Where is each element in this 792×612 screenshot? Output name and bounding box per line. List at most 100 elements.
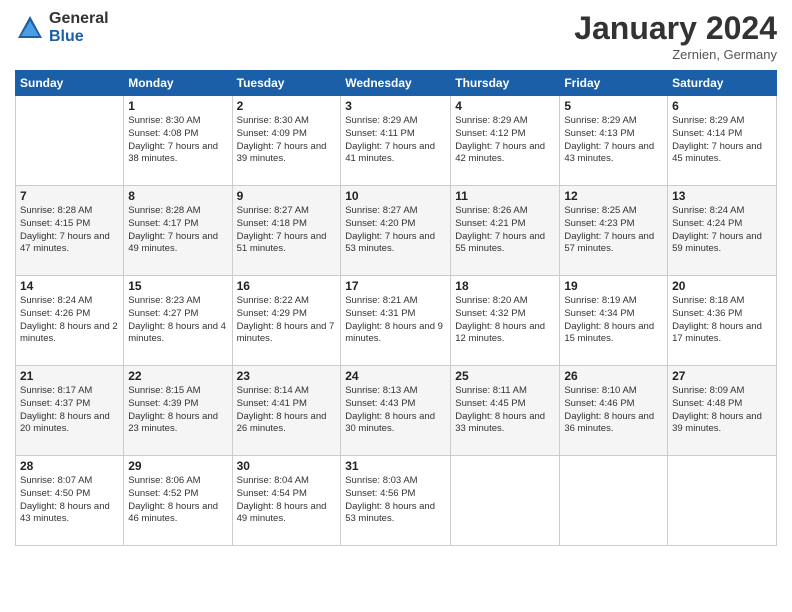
day-number: 11: [455, 189, 555, 203]
day-info: Sunrise: 8:29 AMSunset: 4:12 PMDaylight:…: [455, 115, 555, 166]
day-number: 18: [455, 279, 555, 293]
day-info: Sunrise: 8:24 AMSunset: 4:26 PMDaylight:…: [20, 295, 119, 346]
day-number: 5: [564, 99, 663, 113]
day-info: Sunrise: 8:30 AMSunset: 4:09 PMDaylight:…: [237, 115, 337, 166]
logo-blue: Blue: [49, 28, 109, 46]
day-number: 14: [20, 279, 119, 293]
day-info: Sunrise: 8:19 AMSunset: 4:34 PMDaylight:…: [564, 295, 663, 346]
calendar-cell: 8 Sunrise: 8:28 AMSunset: 4:17 PMDaylight…: [124, 186, 232, 276]
month-title: January 2024: [574, 10, 777, 47]
header-thursday: Thursday: [451, 71, 560, 96]
day-number: 30: [237, 459, 337, 473]
calendar-cell: 26Sunrise: 8:10 AMSunset: 4:46 PMDayligh…: [560, 366, 668, 456]
day-info: Sunrise: 8:23 AMSunset: 4:27 PMDaylight:…: [128, 295, 227, 346]
day-info: Sunrise: 8:17 AMSunset: 4:37 PMDaylight:…: [20, 385, 119, 436]
calendar-cell: [668, 456, 777, 546]
calendar-cell: 31 Sunrise: 8:03 AMSunset: 4:56 PMDayligh…: [341, 456, 451, 546]
day-info: Sunrise: 8:11 AMSunset: 4:45 PMDaylight:…: [455, 385, 555, 436]
calendar-cell: [16, 96, 124, 186]
day-number: 6: [672, 99, 772, 113]
title-block: January 2024 Zernien, Germany: [574, 10, 777, 62]
day-number: 22: [128, 369, 227, 383]
day-number: 1: [128, 99, 227, 113]
calendar-cell: 29 Sunrise: 8:06 AMSunset: 4:52 PMDayligh…: [124, 456, 232, 546]
day-number: 25: [455, 369, 555, 383]
calendar-cell: 22Sunrise: 8:15 AMSunset: 4:39 PMDayligh…: [124, 366, 232, 456]
calendar-cell: 1 Sunrise: 8:30 AMSunset: 4:08 PMDaylight…: [124, 96, 232, 186]
calendar-cell: 27 Sunrise: 8:09 AMSunset: 4:48 PMDayligh…: [668, 366, 777, 456]
header-wednesday: Wednesday: [341, 71, 451, 96]
day-info: Sunrise: 8:28 AMSunset: 4:15 PMDaylight:…: [20, 205, 119, 256]
calendar-cell: 2 Sunrise: 8:30 AMSunset: 4:09 PMDaylight…: [232, 96, 341, 186]
day-info: Sunrise: 8:10 AMSunset: 4:46 PMDaylight:…: [564, 385, 663, 436]
page: General Blue January 2024 Zernien, Germa…: [0, 0, 792, 612]
day-info: Sunrise: 8:27 AMSunset: 4:18 PMDaylight:…: [237, 205, 337, 256]
location-subtitle: Zernien, Germany: [574, 47, 777, 62]
day-number: 9: [237, 189, 337, 203]
day-info: Sunrise: 8:20 AMSunset: 4:32 PMDaylight:…: [455, 295, 555, 346]
day-info: Sunrise: 8:07 AMSunset: 4:50 PMDaylight:…: [20, 475, 119, 526]
day-number: 31: [345, 459, 446, 473]
header-saturday: Saturday: [668, 71, 777, 96]
calendar-week-row: 28 Sunrise: 8:07 AMSunset: 4:50 PMDayligh…: [16, 456, 777, 546]
calendar-cell: 23 Sunrise: 8:14 AMSunset: 4:41 PMDayligh…: [232, 366, 341, 456]
calendar-cell: 5 Sunrise: 8:29 AMSunset: 4:13 PMDaylight…: [560, 96, 668, 186]
calendar-week-row: 14 Sunrise: 8:24 AMSunset: 4:26 PMDayligh…: [16, 276, 777, 366]
calendar-cell: 7Sunrise: 8:28 AMSunset: 4:15 PMDaylight…: [16, 186, 124, 276]
calendar-cell: 12Sunrise: 8:25 AMSunset: 4:23 PMDayligh…: [560, 186, 668, 276]
calendar-cell: [560, 456, 668, 546]
day-number: 28: [20, 459, 119, 473]
day-info: Sunrise: 8:06 AMSunset: 4:52 PMDaylight:…: [128, 475, 227, 526]
header-tuesday: Tuesday: [232, 71, 341, 96]
calendar-cell: 25 Sunrise: 8:11 AMSunset: 4:45 PMDayligh…: [451, 366, 560, 456]
day-number: 3: [345, 99, 446, 113]
day-number: 19: [564, 279, 663, 293]
day-info: Sunrise: 8:03 AMSunset: 4:56 PMDaylight:…: [345, 475, 446, 526]
day-number: 27: [672, 369, 772, 383]
calendar-cell: 21 Sunrise: 8:17 AMSunset: 4:37 PMDayligh…: [16, 366, 124, 456]
day-number: 23: [237, 369, 337, 383]
header-monday: Monday: [124, 71, 232, 96]
calendar-cell: 18 Sunrise: 8:20 AMSunset: 4:32 PMDayligh…: [451, 276, 560, 366]
logo-icon: [15, 13, 45, 43]
day-info: Sunrise: 8:26 AMSunset: 4:21 PMDaylight:…: [455, 205, 555, 256]
calendar-cell: 15Sunrise: 8:23 AMSunset: 4:27 PMDayligh…: [124, 276, 232, 366]
calendar-cell: [451, 456, 560, 546]
calendar-cell: 3Sunrise: 8:29 AMSunset: 4:11 PMDaylight…: [341, 96, 451, 186]
day-info: Sunrise: 8:28 AMSunset: 4:17 PMDaylight:…: [128, 205, 227, 256]
calendar-week-row: 21 Sunrise: 8:17 AMSunset: 4:37 PMDayligh…: [16, 366, 777, 456]
day-number: 29: [128, 459, 227, 473]
day-number: 17: [345, 279, 446, 293]
calendar-header-row: Sunday Monday Tuesday Wednesday Thursday…: [16, 71, 777, 96]
day-info: Sunrise: 8:09 AMSunset: 4:48 PMDaylight:…: [672, 385, 772, 436]
logo-text: General Blue: [49, 10, 109, 45]
calendar-cell: 17Sunrise: 8:21 AMSunset: 4:31 PMDayligh…: [341, 276, 451, 366]
header-friday: Friday: [560, 71, 668, 96]
day-info: Sunrise: 8:18 AMSunset: 4:36 PMDaylight:…: [672, 295, 772, 346]
day-info: Sunrise: 8:29 AMSunset: 4:14 PMDaylight:…: [672, 115, 772, 166]
day-number: 24: [345, 369, 446, 383]
day-number: 2: [237, 99, 337, 113]
calendar-cell: 14 Sunrise: 8:24 AMSunset: 4:26 PMDayligh…: [16, 276, 124, 366]
header: General Blue January 2024 Zernien, Germa…: [15, 10, 777, 62]
day-info: Sunrise: 8:29 AMSunset: 4:13 PMDaylight:…: [564, 115, 663, 166]
logo: General Blue: [15, 10, 109, 45]
calendar-cell: 9 Sunrise: 8:27 AMSunset: 4:18 PMDaylight…: [232, 186, 341, 276]
day-info: Sunrise: 8:22 AMSunset: 4:29 PMDaylight:…: [237, 295, 337, 346]
calendar-cell: 10Sunrise: 8:27 AMSunset: 4:20 PMDayligh…: [341, 186, 451, 276]
calendar-cell: 19 Sunrise: 8:19 AMSunset: 4:34 PMDayligh…: [560, 276, 668, 366]
calendar-cell: 20 Sunrise: 8:18 AMSunset: 4:36 PMDayligh…: [668, 276, 777, 366]
day-info: Sunrise: 8:24 AMSunset: 4:24 PMDaylight:…: [672, 205, 772, 256]
calendar-cell: 16Sunrise: 8:22 AMSunset: 4:29 PMDayligh…: [232, 276, 341, 366]
day-number: 20: [672, 279, 772, 293]
day-info: Sunrise: 8:14 AMSunset: 4:41 PMDaylight:…: [237, 385, 337, 436]
day-info: Sunrise: 8:13 AMSunset: 4:43 PMDaylight:…: [345, 385, 446, 436]
calendar-cell: 4Sunrise: 8:29 AMSunset: 4:12 PMDaylight…: [451, 96, 560, 186]
calendar-cell: 30Sunrise: 8:04 AMSunset: 4:54 PMDayligh…: [232, 456, 341, 546]
calendar-week-row: 1 Sunrise: 8:30 AMSunset: 4:08 PMDaylight…: [16, 96, 777, 186]
day-info: Sunrise: 8:27 AMSunset: 4:20 PMDaylight:…: [345, 205, 446, 256]
day-info: Sunrise: 8:30 AMSunset: 4:08 PMDaylight:…: [128, 115, 227, 166]
day-number: 21: [20, 369, 119, 383]
day-number: 8: [128, 189, 227, 203]
calendar-cell: 11 Sunrise: 8:26 AMSunset: 4:21 PMDayligh…: [451, 186, 560, 276]
